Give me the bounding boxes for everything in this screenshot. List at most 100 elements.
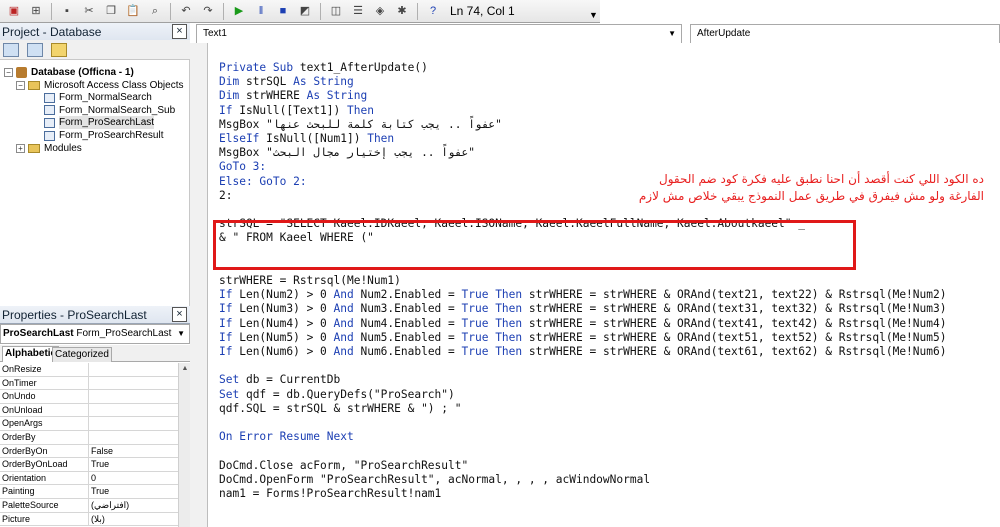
property-name: OpenArgs (2, 418, 43, 429)
view-access-icon[interactable]: ▣ (6, 3, 22, 19)
object-dropdown-value: Text1 (203, 28, 227, 39)
expand-icon[interactable]: + (16, 143, 25, 153)
code-text: strWHERE = strWHERE & ORAnd(text61, text… (528, 345, 947, 358)
tree-item[interactable]: Form_NormalSearch (44, 91, 152, 104)
code-text: 2: (219, 188, 233, 202)
object-browser-icon[interactable]: ◈ (372, 3, 388, 19)
tree-item[interactable]: − Database (Officna - 1) (4, 66, 134, 79)
properties-tabs: Alphabetic Categorized (0, 345, 190, 362)
property-row[interactable]: OrderByOn False (0, 444, 178, 459)
undo-icon[interactable]: ↶ (178, 3, 194, 19)
property-row[interactable]: OrderBy (0, 431, 178, 445)
tree-item-label: Form_NormalSearch_Sub (59, 104, 176, 116)
tree-item[interactable]: Form_ProSearchResult (44, 129, 163, 142)
save-icon[interactable]: ▪ (59, 3, 75, 19)
property-row[interactable]: OnUndo (0, 390, 178, 404)
properties-icon[interactable]: ☰ (350, 3, 366, 19)
property-row[interactable]: OnTimer (0, 376, 178, 391)
help-icon[interactable]: ? (425, 3, 441, 19)
code-text: Len(Num6) > 0 (239, 345, 334, 358)
property-value[interactable]: (بلا) (91, 513, 177, 526)
properties-panel-close-button[interactable]: × (172, 307, 187, 322)
toolbar-empty-area (600, 0, 1000, 23)
project-panel-close-button[interactable]: × (172, 24, 187, 39)
property-row[interactable]: Orientation 0 (0, 471, 178, 486)
code-line: If Len(Num6) > 0 And Num6.Enabled = True… (219, 345, 946, 359)
property-row[interactable]: OpenArgs (0, 417, 178, 431)
code-keyword: Dim (219, 89, 246, 103)
code-line: DoCmd.OpenForm "ProSearchResult", acNorm… (219, 473, 650, 487)
standard-toolbar: ▣ ⊞ ▪ ✂ ❐ 📋 ⌕ ↶ ↷ ▶ ‖ ■ ◩ ◫ ☰ ◈ ✱? Ln 74, Col 1 (0, 0, 600, 23)
code-text: Num4.Enabled = (360, 316, 462, 330)
highlight-box (213, 220, 856, 270)
code-text: DoCmd.Close acForm, "ProSearchResult" (219, 458, 469, 472)
toolbox-icon[interactable]: ✱ (394, 3, 410, 19)
project-explorer-icon[interactable]: ◫ (328, 3, 344, 19)
property-name: PaletteSource (2, 500, 59, 510)
code-line: On Error Resume Next (219, 430, 354, 444)
property-value[interactable]: True (91, 485, 177, 498)
object-type: Form_ProSearchLast (76, 328, 172, 339)
copy-icon[interactable]: ❐ (103, 3, 119, 19)
code-text: strWHERE = strWHERE & ORAnd(text21, text… (528, 288, 947, 302)
collapse-icon[interactable]: − (4, 68, 13, 77)
code-keyword: If (219, 330, 240, 344)
property-value[interactable]: True (91, 458, 177, 471)
tree-item[interactable]: + Modules (16, 142, 82, 155)
code-text: IsNull([Num1]) (266, 132, 368, 145)
toggle-folders-button[interactable] (51, 42, 67, 57)
view-code-button[interactable] (3, 42, 19, 57)
insert-module-icon[interactable]: ⊞ (28, 3, 44, 19)
project-tree: − Database (Officna - 1) − Microsoft Access… (0, 60, 190, 306)
property-value[interactable]: 0 (91, 472, 177, 485)
reset-icon[interactable]: ■ (275, 3, 291, 19)
break-icon[interactable]: ‖ (253, 3, 269, 19)
cursor-position-status: Ln 74, Col 1 (450, 4, 515, 18)
toolbar-separator (417, 2, 418, 20)
tab-categorized[interactable]: Categorized (52, 347, 112, 362)
code-line: If Len(Num5) > 0 And Num5.Enabled = True… (219, 331, 946, 345)
object-name: ProSearchLast (3, 328, 74, 339)
column-divider (88, 499, 89, 512)
run-icon[interactable]: ▶ (231, 3, 247, 19)
view-object-button[interactable] (27, 42, 43, 57)
code-line: strWHERE = Rstrsql(Me!Num1) (219, 274, 401, 288)
paste-icon[interactable]: 📋 (125, 3, 141, 19)
toolbar-options-icon[interactable]: ▼ (589, 10, 598, 20)
object-dropdown[interactable]: Text1 ▼ (196, 24, 682, 44)
property-name: OnUnload (2, 404, 43, 415)
code-text: strWHERE = Rstrsql(Me!Num1) (219, 274, 401, 287)
code-text: db = CurrentDb (245, 373, 341, 387)
tree-item[interactable]: − Microsoft Access Class Objects (16, 79, 183, 92)
property-row[interactable]: OnUnload (0, 403, 178, 418)
code-keyword: And (333, 288, 361, 302)
code-keyword: True Then (461, 330, 529, 344)
find-icon[interactable]: ⌕ (147, 3, 163, 19)
property-name: OrderByOnLoad (2, 459, 68, 470)
redo-icon[interactable]: ↷ (200, 3, 216, 19)
properties-scrollbar[interactable]: ▲ (178, 363, 190, 527)
procedure-dropdown[interactable]: AfterUpdate (690, 24, 1000, 44)
code-keyword: Set (219, 387, 246, 401)
column-divider (88, 471, 89, 485)
column-divider (88, 485, 89, 498)
property-row[interactable]: OnResize (0, 363, 178, 377)
object-selector[interactable]: ProSearchLast Form_ProSearchLast ▼ (0, 324, 190, 344)
project-panel-title-text: Project - Database (2, 25, 102, 39)
property-row[interactable]: Painting True (0, 485, 178, 499)
property-value[interactable]: (افتراضي) (91, 499, 177, 512)
collapse-icon[interactable]: − (16, 80, 25, 90)
code-line: Else: GoTo 2: (219, 175, 307, 189)
design-mode-icon[interactable]: ◩ (297, 3, 313, 19)
column-divider (88, 403, 89, 417)
property-row[interactable]: OrderByOnLoad True (0, 458, 178, 472)
code-keyword: ElseIf (219, 132, 267, 145)
property-row[interactable]: PaletteSource (افتراضي) (0, 499, 178, 513)
tree-item[interactable]: Form_ProSearchLast (44, 116, 155, 130)
tab-alphabetic[interactable]: Alphabetic (2, 346, 60, 362)
cut-icon[interactable]: ✂ (81, 3, 97, 19)
property-row[interactable]: Picture (بلا) (0, 512, 178, 527)
tree-item[interactable]: Form_NormalSearch_Sub (44, 104, 175, 117)
property-value[interactable]: False (91, 445, 177, 458)
tree-item-label: Modules (44, 142, 82, 154)
